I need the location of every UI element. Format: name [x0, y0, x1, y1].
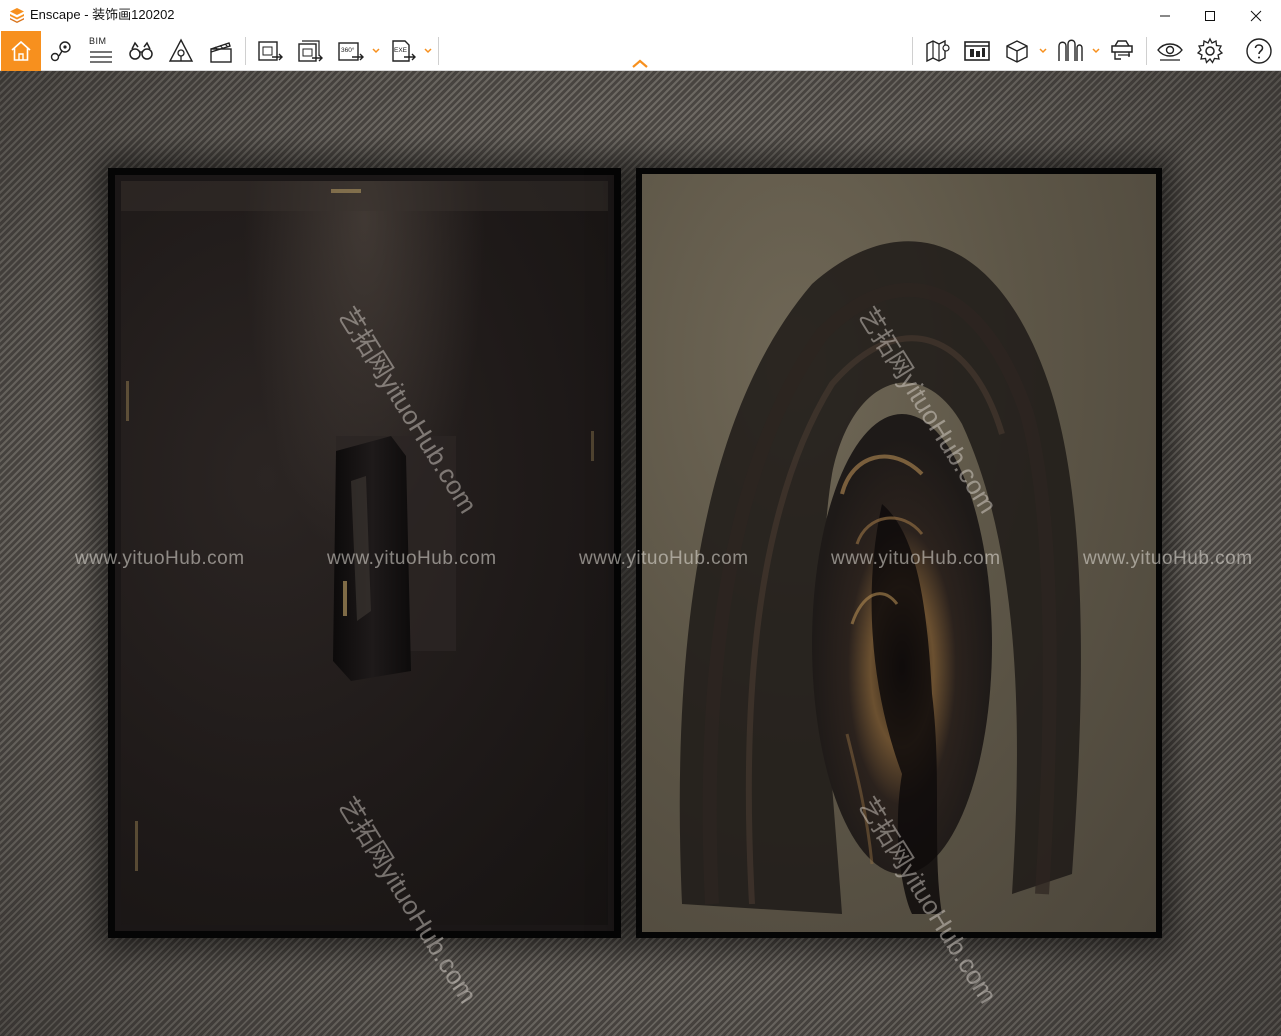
- vr-headset-icon: [1111, 40, 1133, 60]
- home-button[interactable]: [1, 31, 41, 71]
- atmosphere-button[interactable]: [166, 31, 196, 71]
- bim-icon: [90, 51, 112, 63]
- toolbar-separator: [438, 37, 439, 65]
- clapperboard-icon: [210, 42, 232, 63]
- chevron-down-icon[interactable]: [1092, 48, 1100, 54]
- title-bar: Enscape - 装饰画120202: [0, 0, 1281, 31]
- bim-button[interactable]: [86, 31, 116, 71]
- atmosphere-icon: [168, 38, 194, 62]
- views-icon: [50, 41, 71, 62]
- toolbar-separator: [245, 37, 246, 65]
- settings-icon: [1196, 37, 1224, 64]
- toolbar-separator: [1146, 37, 1147, 65]
- batch-render-icon: [298, 40, 323, 62]
- home-icon: [11, 40, 31, 61]
- map-icon: [926, 39, 950, 63]
- watermark-text: www.yituoHub.com: [327, 548, 497, 569]
- toolbar-separator: [912, 37, 913, 65]
- chevron-up-icon[interactable]: [630, 57, 650, 71]
- binoculars-button[interactable]: [125, 31, 157, 71]
- batch-render-button[interactable]: [294, 31, 326, 71]
- export-exe-icon: EXE: [392, 40, 416, 62]
- svg-text:EXE: EXE: [394, 47, 408, 54]
- close-button[interactable]: [1233, 0, 1279, 31]
- help-button[interactable]: [1243, 31, 1275, 71]
- window-title: Enscape - 装饰画120202: [30, 7, 175, 22]
- visibility-button[interactable]: [1154, 31, 1186, 71]
- render-viewport[interactable]: www.yituoHub.com www.yituoHub.com www.yi…: [0, 71, 1281, 1036]
- asset-library-icon: [964, 41, 990, 61]
- settings-button[interactable]: [1194, 31, 1226, 71]
- views-button[interactable]: [45, 31, 77, 71]
- cube-button[interactable]: [1001, 31, 1033, 71]
- render-screenshot-icon: [258, 41, 283, 61]
- watermark-text: www.yituoHub.com: [579, 548, 749, 569]
- maximize-icon: [1205, 10, 1215, 21]
- minimize-icon: [1160, 15, 1170, 16]
- panorama-360-icon: 360°: [338, 42, 364, 61]
- material-editor-button[interactable]: [1054, 31, 1086, 71]
- panorama-button[interactable]: 360°: [335, 31, 367, 71]
- watermark-text: www.yituoHub.com: [75, 548, 245, 569]
- chevron-down-icon[interactable]: [1039, 48, 1047, 54]
- svg-text:360°: 360°: [341, 46, 355, 54]
- export-exe-button[interactable]: EXE: [388, 31, 420, 71]
- asset-library-button[interactable]: [961, 31, 993, 71]
- cube-icon: [1006, 40, 1028, 63]
- watermark-text: www.yituoHub.com: [1083, 548, 1253, 569]
- main-toolbar: BIM 360° EXE: [0, 31, 1281, 71]
- video-editor-button[interactable]: [206, 31, 236, 71]
- help-icon: [1246, 38, 1272, 64]
- binoculars-icon: [129, 41, 153, 60]
- chevron-down-icon[interactable]: [372, 48, 380, 54]
- map-button[interactable]: [922, 31, 954, 71]
- enscape-logo-icon: [10, 8, 24, 23]
- minimize-button[interactable]: [1142, 0, 1188, 31]
- watermark-text: www.yituoHub.com: [831, 548, 1001, 569]
- screenshot-button[interactable]: [254, 31, 286, 71]
- close-icon: [1250, 10, 1262, 21]
- material-editor-icon: [1058, 39, 1083, 61]
- chevron-down-icon[interactable]: [424, 48, 432, 54]
- vr-button[interactable]: [1106, 31, 1138, 71]
- maximize-button[interactable]: [1187, 0, 1233, 31]
- visibility-icon: [1157, 43, 1183, 61]
